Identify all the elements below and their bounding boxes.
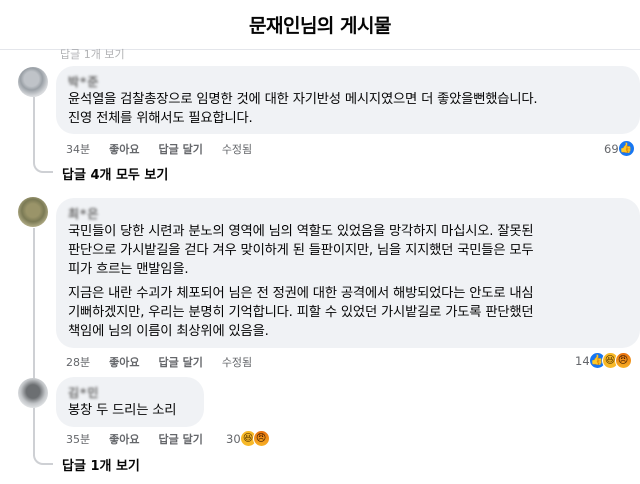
edited-label: 수정됨 [221,143,253,156]
cut-off-reply-link[interactable]: 답글 1개 보기 [60,46,125,62]
comment-text-line: 판단으로 가시밭길을 걷다 겨우 맞이하게 된 들판이지만, 님을 지지했던 국… [68,243,534,258]
comment-text-line: 책임에 님의 이름이 최상위에 있음을. [68,324,269,339]
avatar[interactable] [18,197,48,227]
comment-actions: 35분 좋아요 답글 달기 [66,431,222,447]
view-replies-link[interactable]: 답글 1개 보기 [62,455,140,474]
reaction-summary[interactable]: 30 😆 😠 [226,430,270,447]
comment-text-line: 피가 흐르는 맨발임을. [68,262,189,277]
comment-time[interactable]: 35분 [66,431,90,447]
thread-connector [33,97,53,173]
comment-text-line: 국민들이 당한 시련과 분노의 영역에 님의 역할도 있었음을 망각하지 마십시… [68,224,534,239]
comment-bubble: 박*준 윤석열을 검찰총장으로 임명한 것에 대한 자기반성 메시지였으면 더 … [56,66,640,134]
comments-panel: 문재인님의 게시물 답글 1개 보기 박*준 윤석열을 검찰총장으로 임명한 것… [0,0,640,484]
comment-text-line: 봉창 두 드리는 소리 [68,403,177,418]
angry-reaction-icon: 😠 [614,352,632,369]
comment-time[interactable]: 28분 [66,354,90,370]
comment-actions: 34분 좋아요 답글 달기 수정됨 [66,141,271,157]
like-button[interactable]: 좋아요 [109,431,139,447]
edited-label: 수정됨 [221,356,253,369]
reaction-count: 14 [575,353,590,368]
reply-button[interactable]: 답글 달기 [159,141,203,157]
reaction-count: 69 [604,141,619,156]
like-reaction-icon: 👍 [617,140,635,157]
avatar[interactable] [18,378,48,408]
reaction-summary[interactable]: 14 👍 😆 😠 [575,352,632,369]
post-header: 문재인님의 게시물 [0,0,640,50]
comment-text-line: 지금은 내란 수괴가 체포되어 님은 전 정권에 대한 공격에서 해방되었다는 … [68,286,534,301]
like-button[interactable]: 좋아요 [109,141,139,157]
comment-text-line: 윤석열을 검찰총장으로 임명한 것에 대한 자기반성 메시지였으면 더 좋았을뻔… [68,92,538,107]
comment-text-line: 기뻐하겠지만, 우리는 분명히 기억합니다. 피할 수 있었던 가시밭길로 가도… [68,305,534,320]
comment-actions: 28분 좋아요 답글 달기 수정됨 [66,354,271,370]
comment-author[interactable]: 최*은 [68,206,628,222]
comment-time[interactable]: 34분 [66,141,90,157]
reaction-count: 30 [226,431,241,446]
view-replies-link[interactable]: 답글 4개 모두 보기 [62,164,168,183]
comment-bubble: 김*민 봉창 두 드리는 소리 [56,377,204,427]
thread-connector [33,408,53,465]
comment-author[interactable]: 박*준 [68,74,628,90]
reply-button[interactable]: 답글 달기 [159,431,203,447]
page-title: 문재인님의 게시물 [249,15,391,37]
comment-text-line: 진영 전체를 위해서도 필요합니다. [68,111,253,126]
avatar[interactable] [18,67,48,97]
like-button[interactable]: 좋아요 [109,354,139,370]
comment-author[interactable]: 김*민 [68,385,192,401]
reply-button[interactable]: 답글 달기 [159,354,203,370]
reaction-summary[interactable]: 69 👍 [604,140,635,157]
comment-bubble: 최*은 국민들이 당한 시련과 분노의 영역에 님의 역할도 있었음을 망각하지… [56,198,640,348]
angry-reaction-icon: 😠 [252,430,270,447]
